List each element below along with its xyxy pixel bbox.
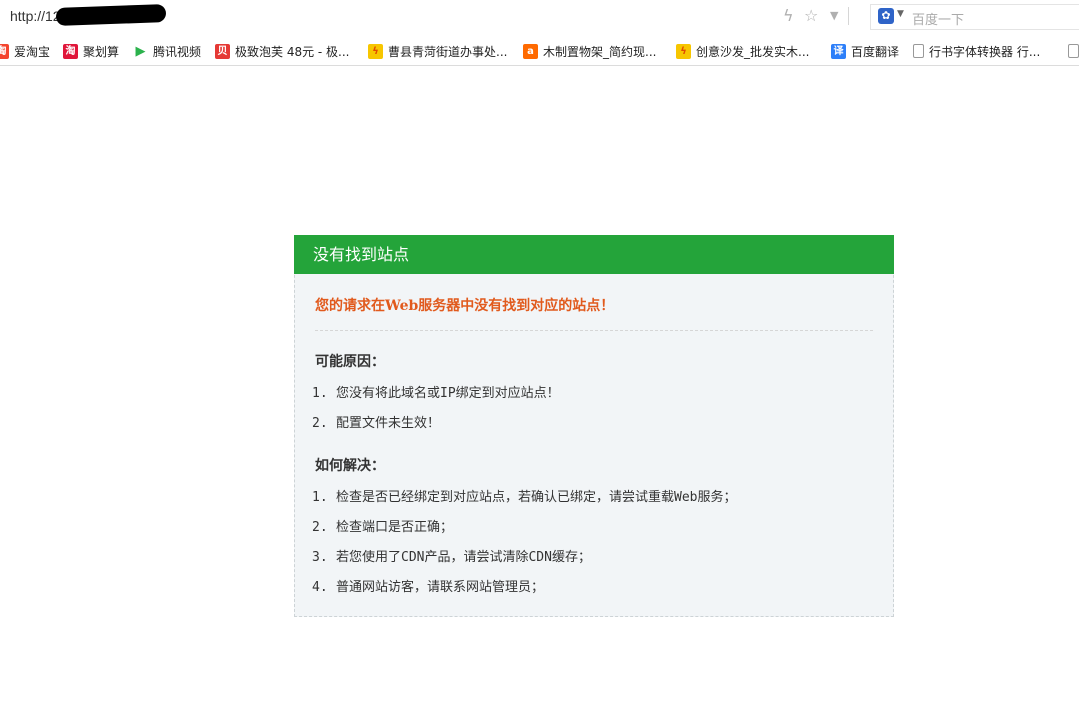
bookmarks-bar: 淘 爱淘宝 淘 聚划算 ▶ 腾讯视频 贝 极致泡芙 48元 - 极... ϟ 曹… [0,35,1079,66]
bookmark-item[interactable]: 行书字体转换器 行... [913,42,1040,60]
redaction-mark [55,4,167,26]
bookmark-item[interactable]: a 木制置物架_简约现... [523,42,656,60]
bookmark-label: 曹县青菏街道办事处... [388,44,508,59]
bookmark-label: 聚划算 [83,44,120,59]
page-icon [913,44,924,58]
star-icon[interactable]: ☆ [804,6,818,26]
bookmark-label: 极致泡芙 48元 - 极... [235,44,350,59]
bookmark-item[interactable]: ϟ 创意沙发_批发实木... [676,42,809,60]
lightning-icon[interactable]: ϟ [783,6,794,26]
alibaba-icon: ϟ [676,43,691,59]
dropdown-icon[interactable]: ▼ [830,6,838,26]
beibei-icon: 贝 [215,43,230,59]
list-item: 2. 检查端口是否正确； [312,520,454,535]
bookmark-item[interactable]: ϟ 曹县青菏街道办事处... [368,42,507,60]
juhuasuan-icon: 淘 [63,43,78,59]
list-item: 1. 您没有将此域名或IP绑定到对应站点！ [312,386,560,401]
divider [315,330,873,331]
bookmark-label: 爱淘宝 [14,44,51,59]
page-icon [1068,44,1079,58]
list-item: 1. 检查是否已经绑定到对应站点，若确认已绑定，请尝试重载Web服务； [312,490,737,505]
bookmark-item[interactable]: 贝 极致泡芙 48元 - 极... [215,42,350,60]
tencent-video-icon: ▶ [133,43,148,59]
baidu-paw-icon[interactable]: ✿ [878,8,894,24]
address-bar[interactable]: http://123. ϟ ☆ ▼ ✿ ▼ 百度一下 [0,0,1079,34]
reasons-title: 可能原因： [315,354,385,370]
search-input[interactable]: 百度一下 [912,9,964,28]
alibaba-icon: ϟ [368,43,383,59]
bookmark-overflow[interactable] [1068,42,1079,60]
solutions-title: 如何解决： [315,458,385,474]
bookmark-item[interactable]: 译 百度翻译 [831,42,899,60]
list-item: 2. 配置文件未生效！ [312,416,441,431]
bookmark-item[interactable]: 淘 聚划算 [63,42,119,60]
list-item: 3. 若您使用了CDN产品，请尝试清除CDN缓存； [312,550,591,565]
divider [848,7,849,25]
bookmark-label: 腾讯视频 [153,44,202,59]
error-headline: 您的请求在Web服务器中没有找到对应的站点！ [315,298,615,314]
bookmark-item[interactable]: ▶ 腾讯视频 [133,42,201,60]
bookmark-item[interactable]: 淘 爱淘宝 [0,42,50,60]
panel-title: 没有找到站点 [294,235,894,274]
bookmark-label: 创意沙发_批发实木... [696,44,810,59]
bookmark-label: 木制置物架_简约现... [543,44,657,59]
baidu-translate-icon: 译 [831,43,846,59]
bookmark-label: 百度翻译 [851,44,900,59]
chevron-down-icon[interactable]: ▼ [897,9,904,19]
list-item: 4. 普通网站访客，请联系网站管理员； [312,580,545,595]
alibaba-icon: a [523,43,538,59]
taobao-icon: 淘 [0,43,9,59]
error-panel: 没有找到站点 您的请求在Web服务器中没有找到对应的站点！ 可能原因： 1. 您没… [294,235,894,617]
bookmark-label: 行书字体转换器 行... [929,44,1041,59]
